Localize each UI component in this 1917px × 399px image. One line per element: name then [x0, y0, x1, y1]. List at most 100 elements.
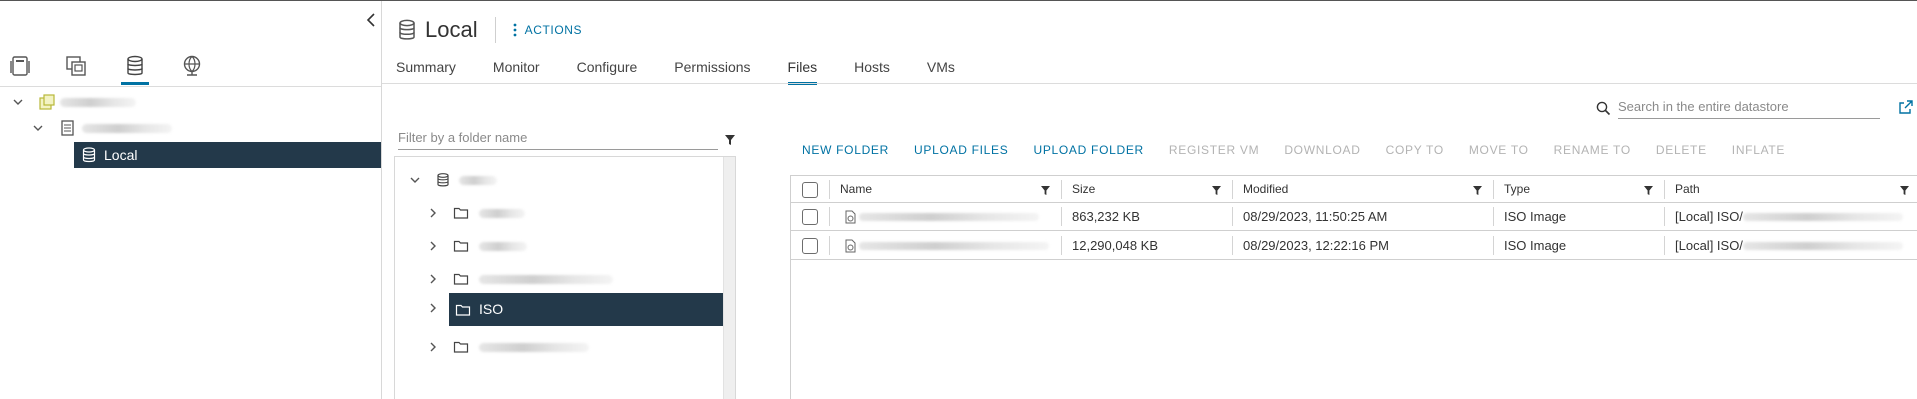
- column-header-modified[interactable]: Modified: [1243, 176, 1288, 202]
- tree-node-local-datastore[interactable]: Local: [74, 142, 381, 168]
- nav-tab-hosts-clusters[interactable]: [0, 47, 40, 85]
- filter-icon[interactable]: [1041, 186, 1050, 195]
- column-divider: [1664, 207, 1665, 226]
- copy-to-button[interactable]: COPY TO: [1386, 143, 1444, 159]
- tab-configure[interactable]: Configure: [577, 57, 638, 84]
- column-header-size[interactable]: Size: [1072, 176, 1095, 202]
- column-divider: [1232, 236, 1233, 255]
- nav-tab-networking[interactable]: [172, 47, 212, 85]
- tab-monitor[interactable]: Monitor: [493, 57, 540, 84]
- chevron-right-icon[interactable]: [427, 240, 439, 252]
- vertical-ellipsis-icon: [513, 23, 516, 37]
- folder-icon: [453, 273, 469, 285]
- files-datagrid: Name Size Modified Type Path 863,232 KB …: [790, 175, 1917, 399]
- filter-icon[interactable]: [1900, 186, 1909, 195]
- redacted-file-path: [1742, 241, 1903, 250]
- file-modified: 08/29/2023, 12:22:16 PM: [1243, 238, 1390, 253]
- delete-button[interactable]: DELETE: [1656, 143, 1707, 159]
- tree-node-datacenter[interactable]: [0, 89, 381, 115]
- file-path-cell: [Local] ISO/: [1675, 232, 1915, 259]
- folder-tree-scrollbar[interactable]: [723, 157, 735, 399]
- file-size: 12,290,048 KB: [1072, 238, 1159, 253]
- table-row[interactable]: 863,232 KB 08/29/2023, 11:50:25 AM ISO I…: [791, 203, 1917, 231]
- chevron-down-icon[interactable]: [12, 96, 24, 108]
- tree-node-host[interactable]: [0, 115, 381, 141]
- tab-hosts[interactable]: Hosts: [854, 57, 890, 84]
- redacted-file-name: [859, 241, 1049, 250]
- column-divider[interactable]: [1493, 180, 1494, 199]
- table-row[interactable]: 12,290,048 KB 08/29/2023, 12:22:16 PM IS…: [791, 232, 1917, 260]
- column-divider: [829, 236, 830, 255]
- row-checkbox[interactable]: [802, 238, 818, 254]
- nav-tab-vms-templates[interactable]: [56, 47, 96, 85]
- column-divider: [1232, 207, 1233, 226]
- open-in-new-window-icon[interactable]: [1898, 99, 1914, 115]
- folder-tree-item[interactable]: [395, 199, 725, 227]
- collapse-navigator-button[interactable]: [364, 9, 378, 31]
- search-icon: [1596, 101, 1611, 116]
- move-to-button[interactable]: MOVE TO: [1469, 143, 1529, 159]
- hosts-and-clusters-icon: [10, 56, 30, 76]
- tab-vms[interactable]: VMs: [927, 57, 955, 84]
- column-divider: [1061, 236, 1062, 255]
- column-divider: [829, 207, 830, 226]
- folder-icon: [453, 207, 469, 219]
- inflate-button[interactable]: INFLATE: [1732, 143, 1785, 159]
- datastore-icon: [437, 173, 449, 187]
- column-divider: [1493, 207, 1494, 226]
- tab-permissions[interactable]: Permissions: [674, 57, 750, 84]
- chevron-right-icon[interactable]: [427, 341, 439, 353]
- select-all-checkbox[interactable]: [802, 182, 818, 198]
- file-name-cell: [843, 232, 1057, 259]
- chevron-right-icon[interactable]: [427, 273, 439, 285]
- chevron-down-icon[interactable]: [32, 122, 44, 134]
- upload-files-button[interactable]: UPLOAD FILES: [914, 143, 1008, 159]
- chevron-down-icon[interactable]: [409, 174, 421, 186]
- column-header-name[interactable]: Name: [840, 176, 872, 202]
- tabs-divider: [382, 83, 1917, 84]
- header-divider: [494, 17, 496, 43]
- filter-icon[interactable]: [725, 135, 735, 145]
- column-divider[interactable]: [1061, 180, 1062, 199]
- column-header-path[interactable]: Path: [1675, 176, 1700, 202]
- column-divider: [1664, 236, 1665, 255]
- tab-summary[interactable]: Summary: [396, 57, 456, 84]
- folder-tree-item[interactable]: [395, 232, 725, 260]
- actions-menu-button[interactable]: ACTIONS: [513, 23, 583, 37]
- chevron-right-icon[interactable]: [427, 302, 439, 314]
- filter-icon[interactable]: [1644, 186, 1653, 195]
- filter-icon[interactable]: [1473, 186, 1482, 195]
- download-button[interactable]: DOWNLOAD: [1284, 143, 1360, 159]
- chevron-right-icon[interactable]: [427, 207, 439, 219]
- filter-icon[interactable]: [1212, 186, 1221, 195]
- tab-files[interactable]: Files: [787, 57, 817, 85]
- host-icon: [61, 120, 74, 136]
- row-checkbox[interactable]: [802, 209, 818, 225]
- upload-folder-button[interactable]: UPLOAD FOLDER: [1033, 143, 1143, 159]
- file-type: ISO Image: [1504, 238, 1567, 253]
- new-folder-button[interactable]: NEW FOLDER: [802, 143, 889, 159]
- search-input[interactable]: [1618, 95, 1880, 119]
- file-path-cell: [Local] ISO/: [1675, 203, 1915, 230]
- file-type: ISO Image: [1504, 209, 1567, 224]
- file-size: 863,232 KB: [1072, 209, 1140, 224]
- folder-filter-input[interactable]: [398, 126, 718, 150]
- file-name-cell: [843, 203, 1057, 230]
- rename-to-button[interactable]: RENAME TO: [1554, 143, 1631, 159]
- column-header-type[interactable]: Type: [1504, 176, 1530, 202]
- folder-tree-root[interactable]: [395, 166, 725, 194]
- folder-tree-item-iso[interactable]: ISO: [449, 293, 725, 326]
- folder-tree-item[interactable]: [395, 265, 725, 293]
- iso-file-icon: [845, 210, 856, 223]
- main-content: Local ACTIONS Summary Monitor Configure …: [382, 1, 1917, 399]
- files-toolbar: NEW FOLDER UPLOAD FILES UPLOAD FOLDER RE…: [802, 143, 1810, 159]
- object-tabs: Summary Monitor Configure Permissions Fi…: [396, 57, 992, 85]
- folder-tree-item[interactable]: [395, 333, 725, 361]
- nav-tab-storage[interactable]: [115, 47, 155, 85]
- page-header: Local ACTIONS: [396, 15, 582, 45]
- redacted-folder-name: [479, 275, 613, 284]
- column-divider[interactable]: [1664, 180, 1665, 199]
- register-vm-button[interactable]: REGISTER VM: [1169, 143, 1259, 159]
- folder-label: ISO: [479, 301, 504, 317]
- column-divider[interactable]: [1232, 180, 1233, 199]
